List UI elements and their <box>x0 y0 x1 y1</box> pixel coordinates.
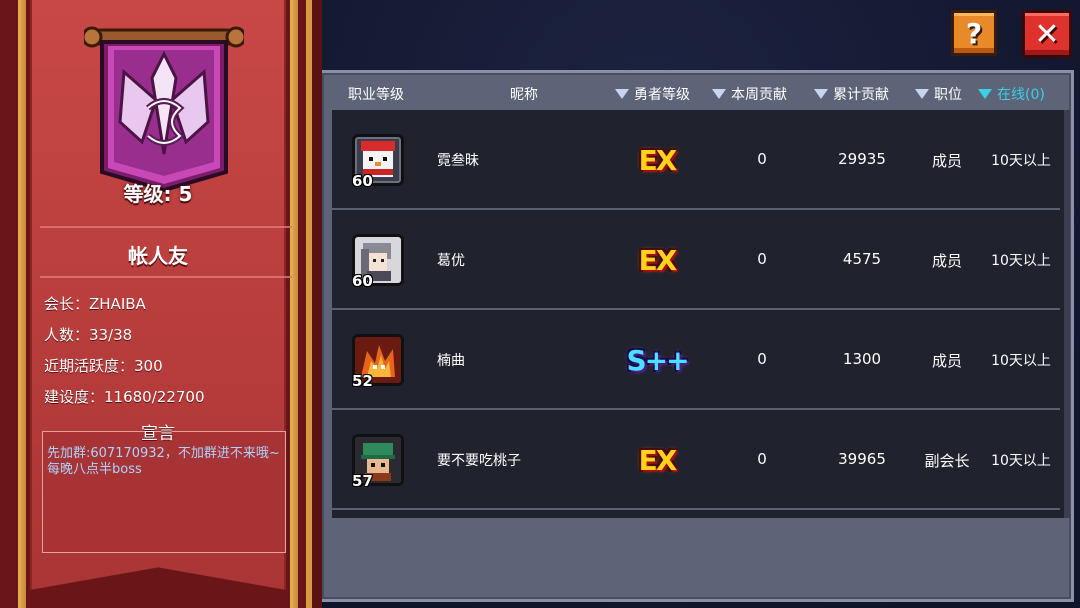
member-row[interactable]: 60 葛优 EX 0 4575 成员 10天以上 <box>332 210 1060 310</box>
member-level: 52 <box>352 372 373 390</box>
banner-notch <box>30 556 286 608</box>
guild-construction: 建设度：11680/22700 <box>44 388 205 406</box>
sort-arrow-icon <box>814 89 828 99</box>
guild-member-count: 人数：33/38 <box>44 326 133 344</box>
member-name: 要不要吃桃子 <box>437 453 521 469</box>
total-contribution: 29935 <box>838 150 886 168</box>
close-button[interactable]: ✕ <box>1022 10 1072 58</box>
week-contribution: 0 <box>757 350 767 368</box>
hero-rank-badge: S++ <box>626 343 689 377</box>
question-icon: ? <box>965 16 983 50</box>
member-name: 霓叁昧 <box>437 153 479 169</box>
sort-online[interactable]: 在线(0) <box>978 84 1045 104</box>
table-header: 职业等级 昵称 勇者等级 本周贡献 累计贡献 职位 在线(0) <box>322 82 1074 106</box>
sort-total-contribution[interactable]: 累计贡献 <box>814 84 889 104</box>
list-scrollbar[interactable] <box>1064 110 1070 518</box>
member-row[interactable]: 52 楠曲 S++ 0 1300 成员 10天以上 <box>332 310 1060 410</box>
guild-emblem-icon <box>84 26 244 192</box>
member-list[interactable]: 60 霓叁昧 EX 0 29935 成员 10天以上 60 葛优 EX 0 45… <box>332 110 1064 518</box>
last-online: 10天以上 <box>991 353 1051 369</box>
help-button[interactable]: ? <box>951 10 997 56</box>
member-level: 57 <box>352 472 373 490</box>
member-role: 副会长 <box>924 452 970 470</box>
header-class-level[interactable]: 职业等级 <box>348 84 404 104</box>
sort-arrow-icon <box>712 89 726 99</box>
week-contribution: 0 <box>757 150 767 168</box>
banner-edge <box>312 0 322 608</box>
declaration-text: 先加群:607170932，不加群进不来哦~ 每晚八点半boss <box>47 446 280 477</box>
sort-hero-level[interactable]: 勇者等级 <box>615 84 690 104</box>
member-role: 成员 <box>931 252 962 270</box>
declaration-title: 宣言 <box>141 424 175 444</box>
sort-arrow-icon <box>915 89 929 99</box>
last-online: 10天以上 <box>991 153 1051 169</box>
header-nickname[interactable]: 昵称 <box>510 84 538 104</box>
guild-name: 帐人友 <box>128 244 188 268</box>
sort-arrow-icon <box>978 89 992 99</box>
guild-level: 等级: 5 <box>123 182 193 206</box>
total-contribution: 4575 <box>842 250 882 268</box>
close-icon: ✕ <box>1034 16 1060 52</box>
guild-leader: 会长：ZHAIBA <box>44 295 146 313</box>
sort-week-contribution[interactable]: 本周贡献 <box>712 84 787 104</box>
sort-arrow-icon <box>615 89 629 99</box>
total-contribution: 1300 <box>842 350 882 368</box>
sort-position[interactable]: 职位 <box>915 84 962 104</box>
member-name: 葛优 <box>437 253 465 269</box>
hero-rank-badge: EX <box>638 143 678 177</box>
last-online: 10天以上 <box>991 253 1051 269</box>
member-role: 成员 <box>931 352 962 370</box>
week-contribution: 0 <box>757 250 767 268</box>
banner-stripe <box>18 0 26 608</box>
last-online: 10天以上 <box>991 453 1051 469</box>
member-row[interactable]: 57 要不要吃桃子 EX 0 39965 副会长 10天以上 <box>332 410 1060 510</box>
guild-activity: 近期活跃度：300 <box>44 357 163 375</box>
hero-rank-badge: EX <box>638 443 678 477</box>
member-role: 成员 <box>931 152 962 170</box>
member-level: 60 <box>352 272 373 290</box>
total-contribution: 39965 <box>838 450 886 468</box>
week-contribution: 0 <box>757 450 767 468</box>
member-row[interactable]: 60 霓叁昧 EX 0 29935 成员 10天以上 <box>332 110 1060 210</box>
divider <box>40 226 292 228</box>
divider <box>40 276 292 278</box>
member-level: 60 <box>352 172 373 190</box>
hero-rank-badge: EX <box>638 243 678 277</box>
member-name: 楠曲 <box>437 353 465 369</box>
banner-stripe <box>290 0 298 608</box>
declaration-box: 先加群:607170932，不加群进不来哦~ 每晚八点半boss <box>42 431 286 553</box>
